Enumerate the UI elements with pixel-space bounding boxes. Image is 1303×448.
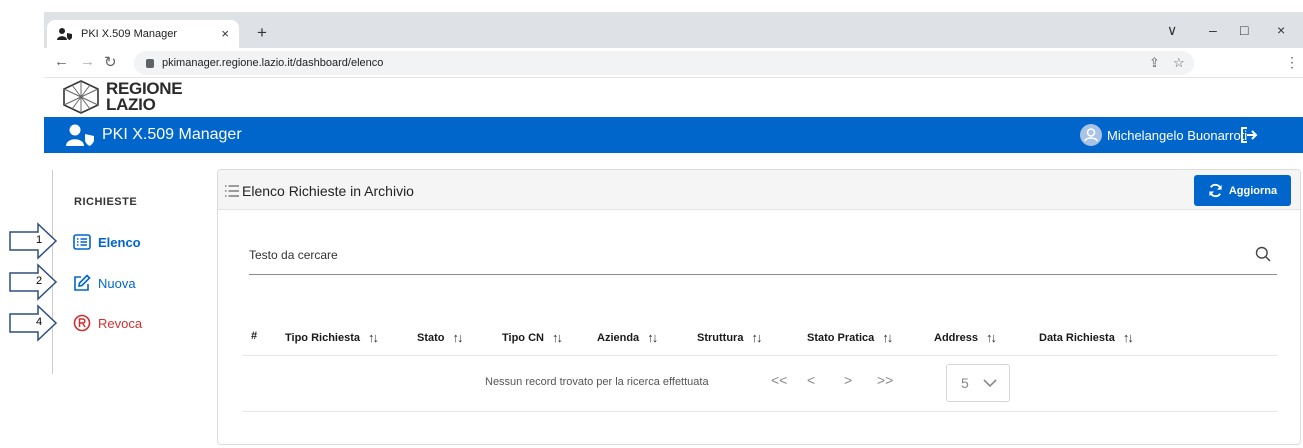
col-header-tipo-cn[interactable]: Tipo CN ↑↓ [502, 330, 563, 345]
url-text: pkimanager.regione.lazio.it/dashboard/el… [162, 57, 384, 69]
card-header: Elenco Richieste in Archivio Aggiorna [218, 170, 1300, 210]
regione-lazio-logo: REGIONE LAZIO [62, 80, 183, 114]
annotation-number: 4 [36, 316, 43, 328]
col-header-tipo-richiesta[interactable]: Tipo Richiesta ↑↓ [285, 330, 379, 345]
reload-icon[interactable]: ↻ [104, 53, 117, 71]
app-header: PKI X.509 Manager Michelangelo Buonarrot… [44, 117, 1303, 153]
address-bar[interactable]: pkimanager.regione.lazio.it/dashboard/el… [134, 51, 1194, 75]
regione-crest-icon [63, 80, 99, 114]
forward-arrow-icon[interactable]: → [80, 53, 95, 70]
annotation-number: 1 [36, 234, 43, 246]
sidebar: RICHIESTE Elenco Nuova Revoca [52, 170, 192, 374]
sort-icon[interactable]: ↑↓ [1123, 330, 1134, 345]
refresh-label: Aggiorna [1228, 184, 1278, 197]
minimize-button[interactable]: – [1209, 22, 1217, 38]
annotation-number: 2 [36, 275, 43, 287]
revoke-icon [73, 314, 91, 332]
maximize-button[interactable]: □ [1240, 22, 1248, 38]
sort-icon[interactable]: ↑↓ [882, 330, 893, 345]
sidebar-title: RICHIESTE [74, 196, 138, 208]
browser-tab-title: PKI X.509 Manager [81, 28, 178, 40]
app-name: PKI X.509 Manager [102, 126, 242, 143]
sort-icon[interactable]: ↑↓ [368, 330, 379, 345]
new-tab-button[interactable]: + [257, 24, 267, 41]
table-footer: Nessun record trovato per la ricerca eff… [242, 356, 1278, 412]
browser-tab-strip: PKI X.509 Manager × + ∨ – □ × [44, 12, 1303, 48]
annotation-arrow-icon [9, 304, 58, 342]
annotation-arrow-icon [9, 263, 58, 301]
screen: PKI X.509 Manager × + ∨ – □ × ← → ↻ pkim… [0, 0, 1303, 448]
col-header-stato[interactable]: Stato ↑↓ [417, 330, 464, 345]
bookmark-star-icon[interactable]: ☆ [1173, 55, 1185, 71]
logout-icon[interactable] [1240, 126, 1258, 144]
chevron-down-icon [983, 379, 997, 387]
col-header-struttura[interactable]: Struttura ↑↓ [697, 330, 762, 345]
next-page-button[interactable]: > [844, 372, 852, 388]
brand-line-2: LAZIO [106, 95, 156, 114]
sort-icon[interactable]: ↑↓ [986, 330, 997, 345]
sidebar-item-label: Elenco [98, 234, 141, 250]
col-header-index: # [251, 330, 258, 342]
pki-favicon-icon [57, 28, 72, 40]
list-lines-icon [225, 185, 239, 197]
user-name[interactable]: Michelangelo Buonarroti [1107, 128, 1247, 143]
requests-card: Elenco Richieste in Archivio Aggiorna # [217, 169, 1301, 445]
page-title: Elenco Richieste in Archivio [242, 183, 414, 199]
search-field [249, 238, 1277, 275]
sidebar-item-elenco[interactable]: Elenco [73, 234, 141, 250]
browser-toolbar: ← → ↻ pkimanager.regione.lazio.it/dashbo… [44, 48, 1303, 78]
col-header-azienda[interactable]: Azienda ↑↓ [597, 330, 658, 345]
last-page-button[interactable]: >> [877, 372, 893, 388]
back-arrow-icon[interactable]: ← [54, 53, 69, 70]
sidebar-item-revoca[interactable]: Revoca [73, 314, 142, 332]
requests-table: # Tipo Richiesta ↑↓ Stato ↑↓ Tipo CN ↑↓ Azi… [242, 314, 1278, 412]
search-icon[interactable] [1255, 246, 1271, 262]
sort-icon[interactable]: ↑↓ [647, 330, 658, 345]
share-icon[interactable]: ⇪ [1149, 55, 1160, 71]
browser-menu-icon[interactable]: ⋮ [1285, 54, 1299, 71]
page-size-select[interactable]: 5 [946, 364, 1010, 402]
col-header-address[interactable]: Address ↑↓ [934, 330, 997, 345]
prev-page-button[interactable]: < [807, 372, 815, 388]
list-icon [73, 234, 91, 250]
search-input[interactable] [249, 238, 1209, 272]
sidebar-item-label: Revoca [98, 315, 143, 331]
refresh-icon [1209, 183, 1222, 198]
close-window-button[interactable]: × [1277, 22, 1285, 38]
tab-search-button[interactable]: ∨ [1167, 22, 1177, 39]
first-page-button[interactable]: << [771, 372, 787, 388]
edit-icon [74, 274, 91, 291]
col-header-data-richiesta[interactable]: Data Richiesta ↑↓ [1039, 330, 1134, 345]
page-size-value: 5 [961, 375, 969, 391]
table-header: # Tipo Richiesta ↑↓ Stato ↑↓ Tipo CN ↑↓ Azi… [242, 314, 1278, 356]
sort-icon[interactable]: ↑↓ [552, 330, 563, 345]
refresh-button[interactable]: Aggiorna [1194, 175, 1291, 206]
tab-close-icon[interactable]: × [221, 26, 229, 41]
browser-tab[interactable]: PKI X.509 Manager × [47, 20, 239, 48]
annotation-arrow-icon [9, 222, 58, 260]
sidebar-item-label: Nuova [98, 275, 136, 291]
pki-logo-icon [66, 124, 94, 146]
sort-icon[interactable]: ↑↓ [751, 330, 762, 345]
empty-message: Nessun record trovato per la ricerca eff… [485, 376, 709, 388]
sidebar-item-nuova[interactable]: Nuova [73, 274, 136, 292]
sort-icon[interactable]: ↑↓ [453, 330, 464, 345]
lock-icon [146, 58, 154, 68]
user-avatar-icon[interactable] [1080, 124, 1102, 146]
col-header-stato-pratica[interactable]: Stato Pratica ↑↓ [807, 330, 893, 345]
